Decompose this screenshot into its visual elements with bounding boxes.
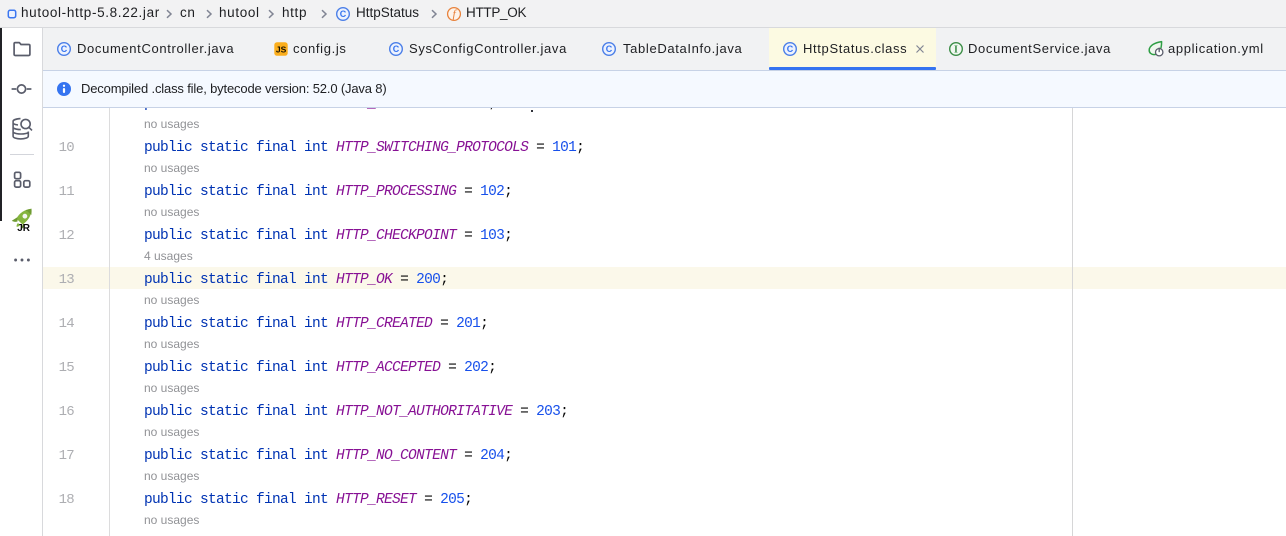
svg-text:C: C [393,44,400,54]
svg-text:C: C [340,9,347,19]
svg-text:JS: JS [276,45,287,55]
svg-text:C: C [606,44,613,54]
svg-text:C: C [61,44,68,54]
svg-text:JR: JR [17,223,31,232]
svg-text:C: C [787,44,794,54]
svg-text:I: I [954,44,958,55]
